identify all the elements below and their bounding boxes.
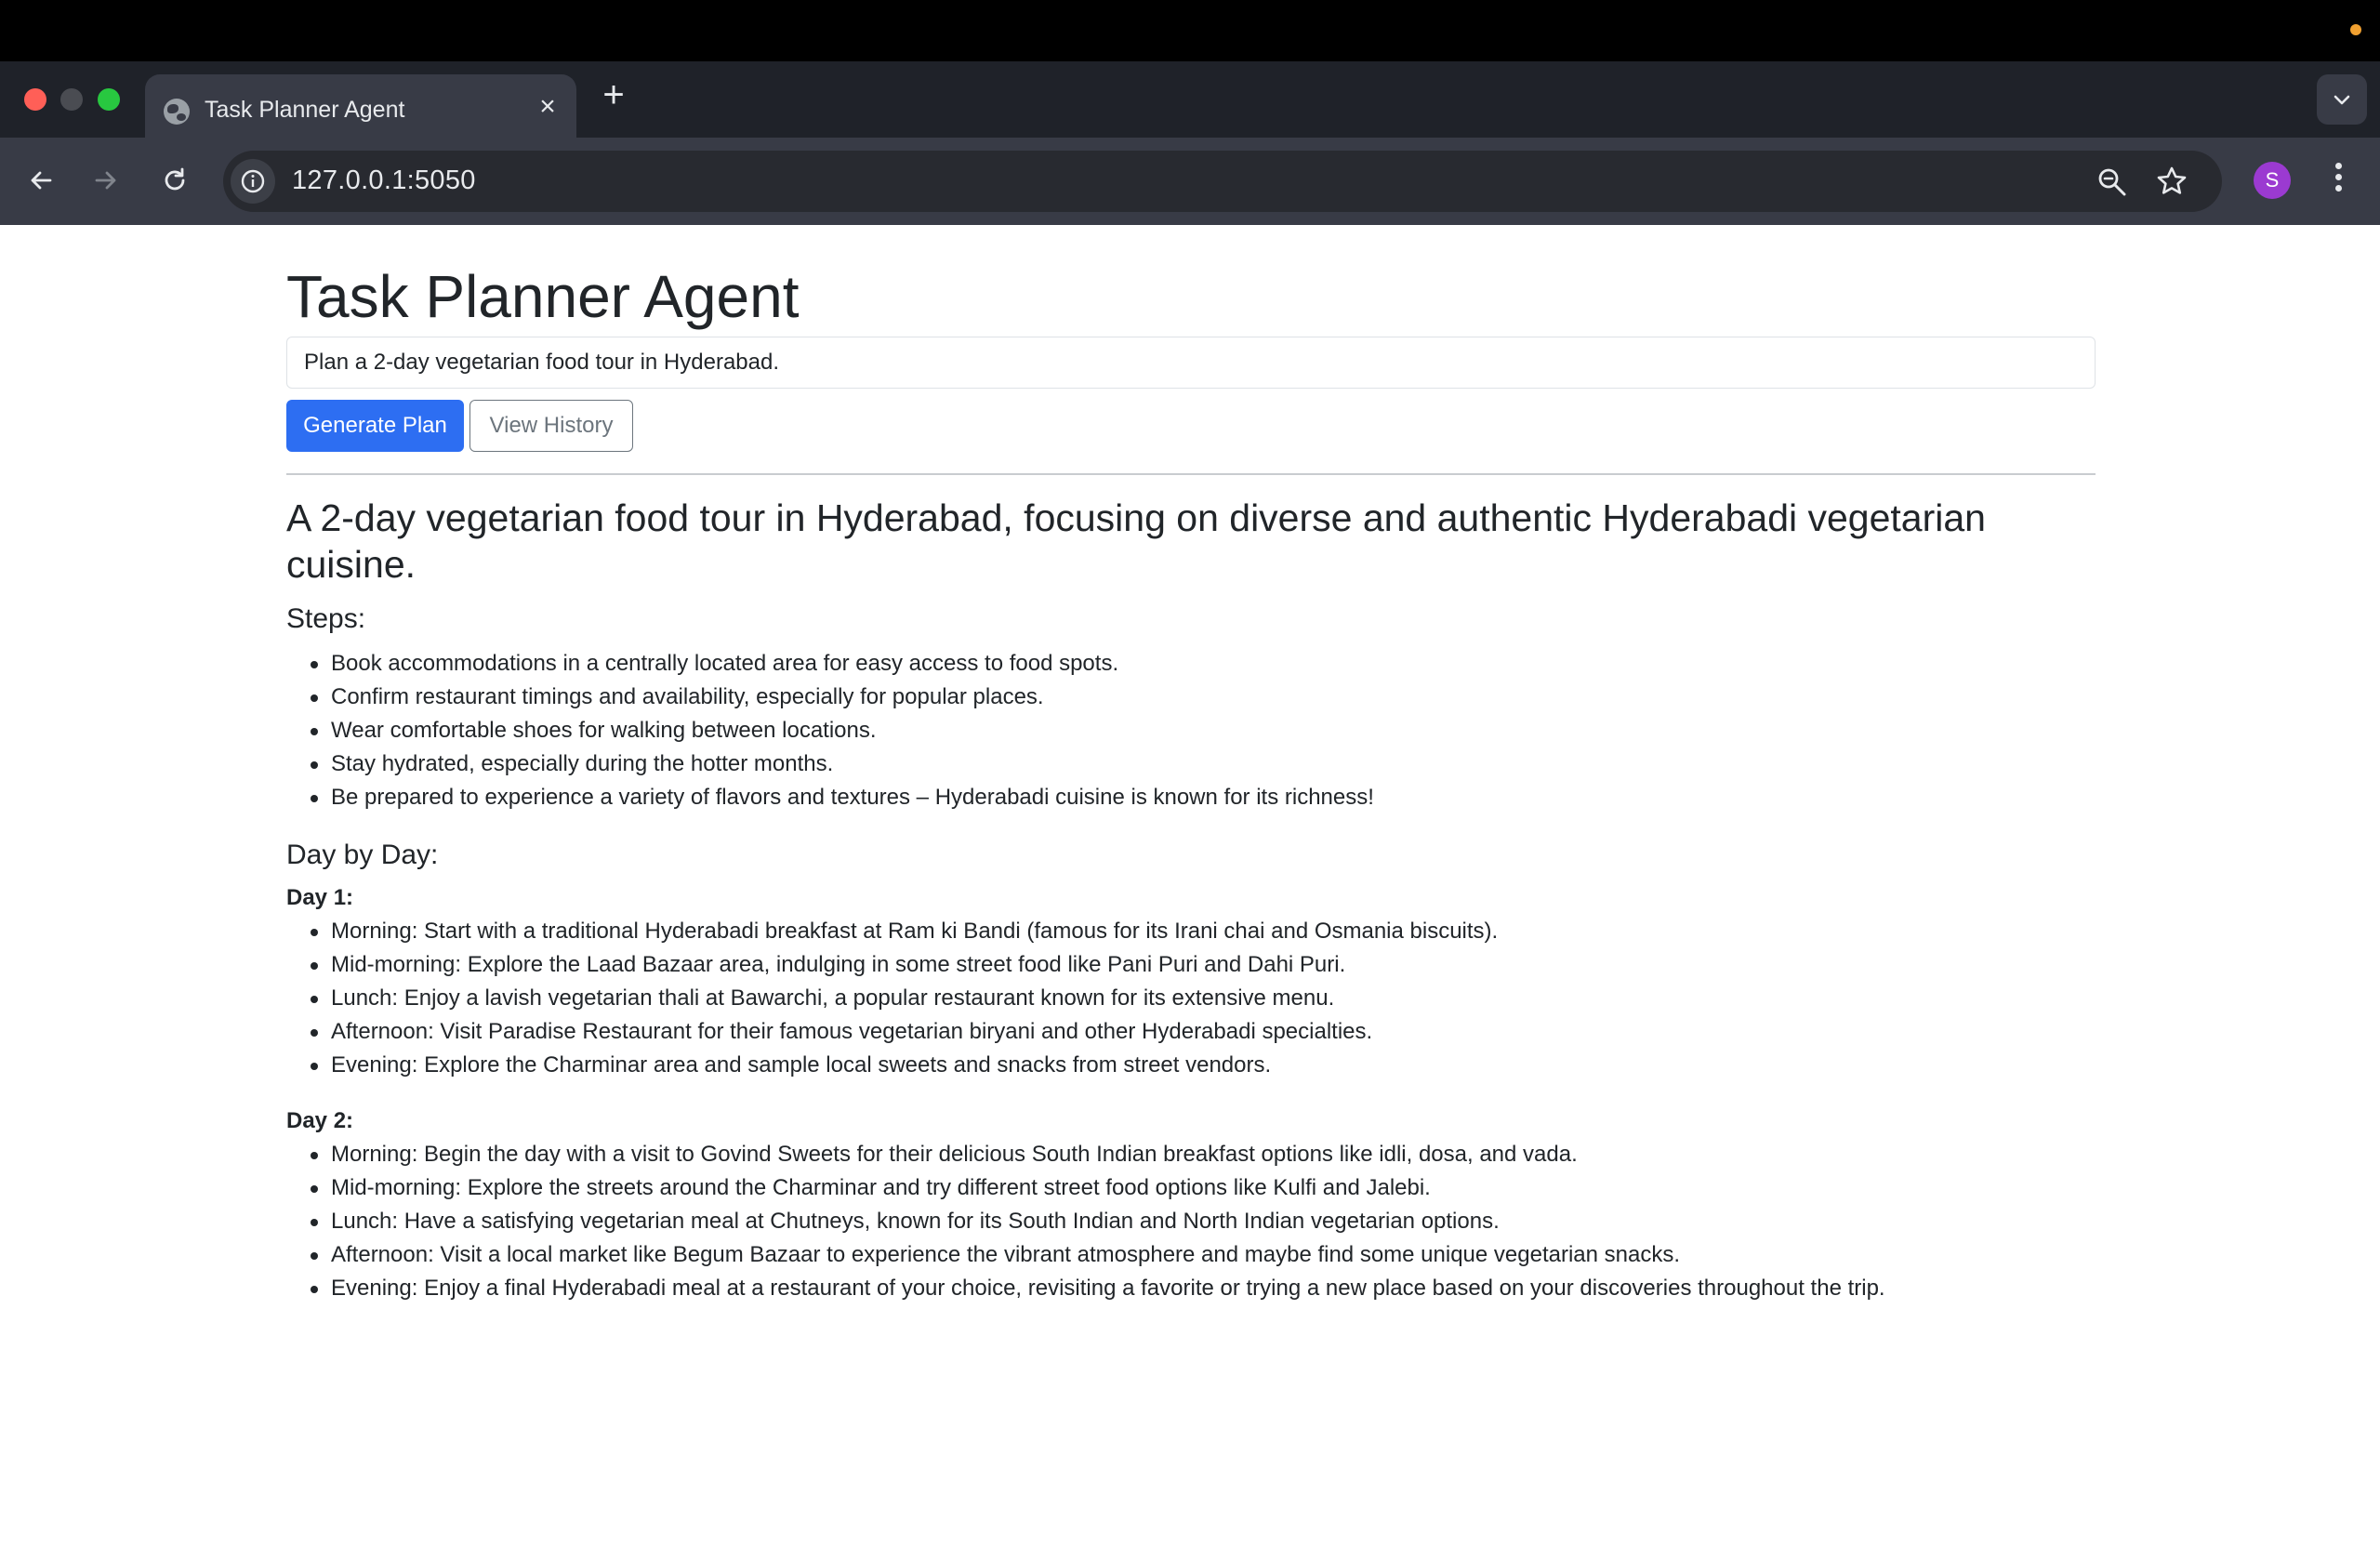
arrow-left-icon	[31, 171, 52, 190]
day-2-item: Lunch: Have a satisfying vegetarian meal…	[286, 1205, 1885, 1238]
day-1-label: Day 1:	[286, 885, 354, 910]
day-2-item: Mid-morning: Explore the streets around …	[286, 1171, 1885, 1205]
browser-toolbar: 127.0.0.1:5050 S	[0, 138, 2380, 225]
plan-summary: A 2-day vegetarian food tour in Hyderaba…	[286, 496, 1986, 586]
info-icon	[241, 169, 265, 193]
page-title: Task Planner Agent	[286, 263, 800, 330]
tab-close-icon[interactable]: ×	[532, 91, 563, 123]
day-2-label: Day 2:	[286, 1108, 354, 1133]
day-1-item: Morning: Start with a traditional Hydera…	[286, 915, 1498, 948]
steps-heading: Steps:	[286, 603, 366, 634]
day-by-day-heading: Day by Day:	[286, 840, 439, 870]
web-page: Task Planner Agent Generate Plan View Hi…	[0, 225, 2380, 1547]
day-2-item: Morning: Begin the day with a visit to G…	[286, 1138, 1885, 1171]
profile-avatar[interactable]: S	[2254, 162, 2291, 199]
globe-icon	[164, 99, 190, 125]
day-1-list: Morning: Start with a traditional Hydera…	[286, 915, 1498, 1082]
forward-button[interactable]	[86, 160, 126, 201]
step-item: Wear comfortable shoes for walking betwe…	[286, 714, 1374, 747]
reload-button[interactable]	[154, 160, 195, 201]
view-history-button[interactable]: View History	[469, 400, 633, 452]
reload-icon	[165, 167, 185, 191]
zoom-icon[interactable]	[2096, 165, 2129, 199]
step-item: Be prepared to experience a variety of f…	[286, 781, 1374, 814]
minimize-window-button[interactable]	[60, 88, 83, 111]
step-item: Confirm restaurant timings and availabil…	[286, 681, 1374, 714]
day-1-item: Lunch: Enjoy a lavish vegetarian thali a…	[286, 982, 1498, 1015]
divider	[286, 473, 2096, 475]
day-2-list: Morning: Begin the day with a visit to G…	[286, 1138, 1885, 1305]
browser-chrome: Task Planner Agent × + 127.0.0.1:5050 S	[0, 61, 2380, 225]
browser-menu-icon[interactable]	[2324, 158, 2352, 203]
arrow-right-icon	[95, 171, 116, 190]
generate-plan-button[interactable]: Generate Plan	[286, 400, 464, 452]
tab-search-button[interactable]	[2317, 74, 2367, 125]
chevron-down-icon	[2334, 95, 2350, 105]
steps-list: Book accommodations in a centrally locat…	[286, 647, 1374, 814]
close-window-button[interactable]	[24, 88, 46, 111]
day-1-item: Mid-morning: Explore the Laad Bazaar are…	[286, 948, 1498, 982]
tab-title: Task Planner Agent	[205, 97, 405, 123]
address-bar[interactable]: 127.0.0.1:5050	[223, 151, 2222, 212]
task-input[interactable]	[286, 337, 2096, 389]
step-item: Book accommodations in a centrally locat…	[286, 647, 1374, 681]
step-item: Stay hydrated, especially during the hot…	[286, 747, 1374, 781]
os-menu-bar	[0, 0, 2380, 61]
url-text[interactable]: 127.0.0.1:5050	[292, 165, 476, 196]
day-2-item: Evening: Enjoy a final Hyderabadi meal a…	[286, 1272, 1885, 1305]
site-info-button[interactable]	[231, 159, 275, 204]
day-1-item: Afternoon: Visit Paradise Restaurant for…	[286, 1015, 1498, 1049]
new-tab-button[interactable]: +	[595, 76, 632, 113]
day-2-item: Afternoon: Visit a local market like Beg…	[286, 1238, 1885, 1272]
notification-dot-icon	[2350, 24, 2361, 35]
day-1-item: Evening: Explore the Charminar area and …	[286, 1049, 1498, 1082]
bookmark-star-icon[interactable]	[2155, 165, 2188, 198]
back-button[interactable]	[20, 160, 61, 201]
maximize-window-button[interactable]	[98, 88, 120, 111]
